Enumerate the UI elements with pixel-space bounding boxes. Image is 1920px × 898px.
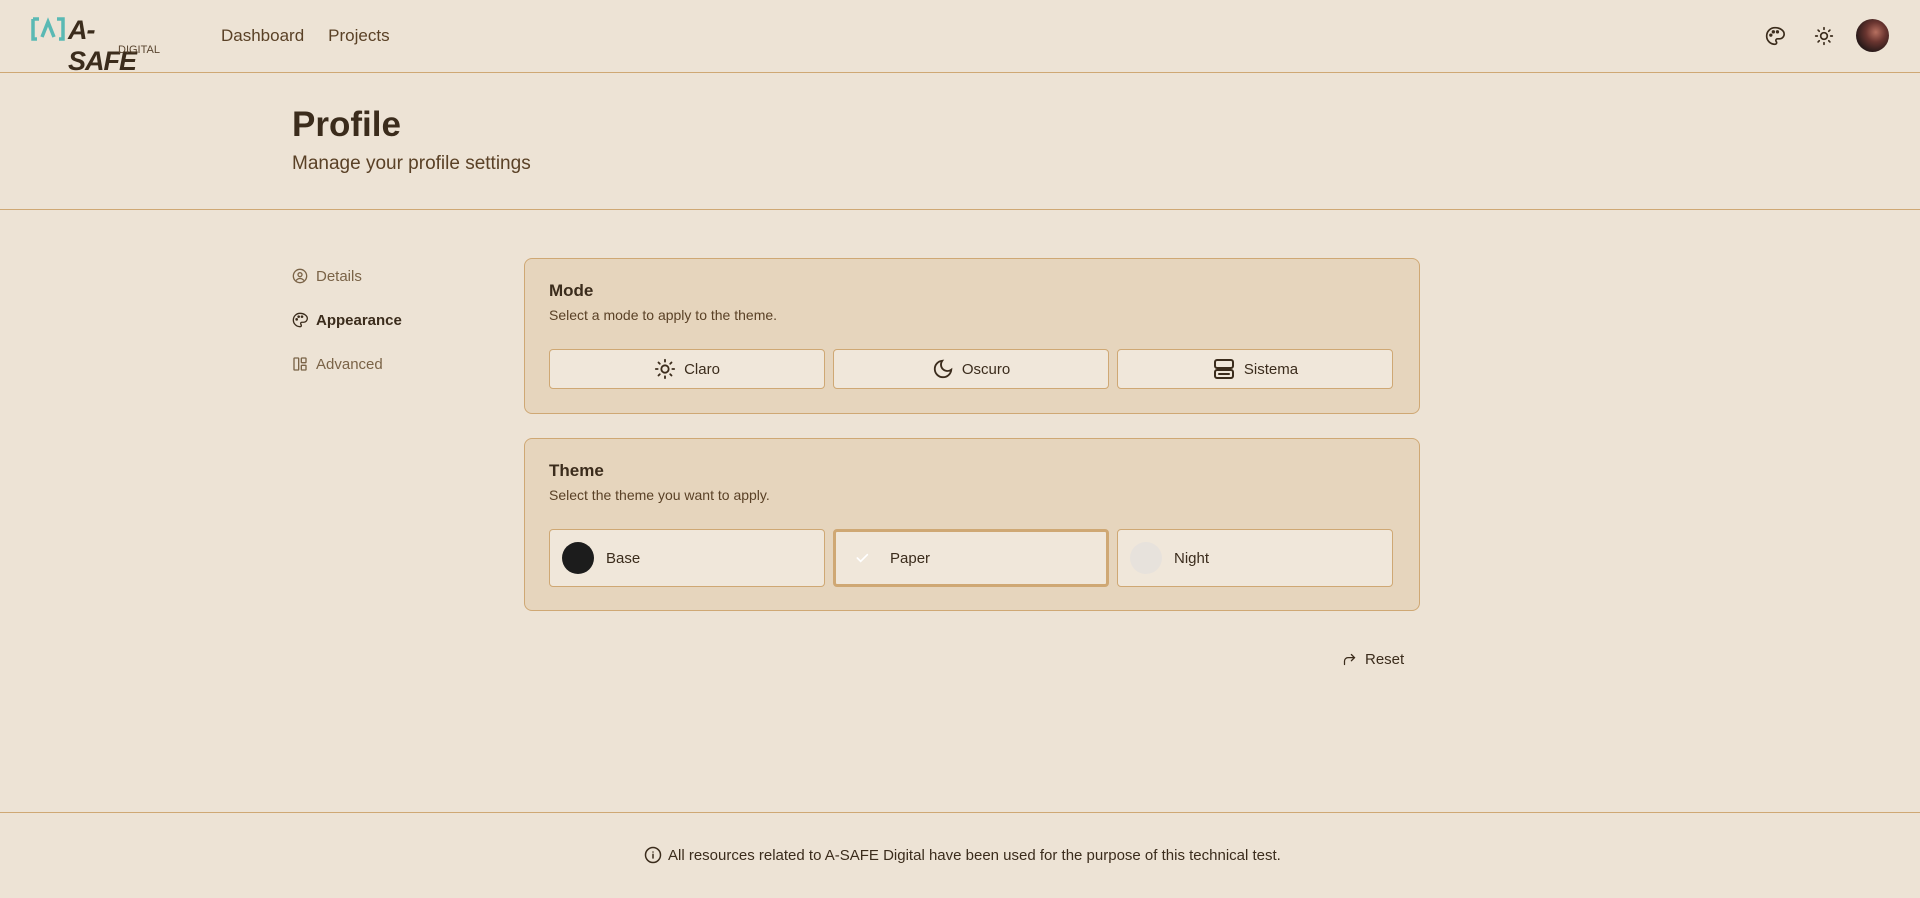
- moon-icon: [933, 359, 953, 379]
- layout-icon: [293, 357, 307, 371]
- mode-card: Mode Select a mode to apply to the theme…: [524, 258, 1420, 414]
- nav-projects[interactable]: Projects: [328, 26, 389, 46]
- theme-option-label: Base: [606, 549, 641, 567]
- top-navbar: A-SAFE DIGITAL Dashboard Projects: [0, 0, 1920, 76]
- user-avatar[interactable]: [1856, 19, 1889, 52]
- user-circle-icon: [292, 268, 308, 284]
- main-nav: Dashboard Projects: [221, 26, 390, 46]
- mode-toggle-button[interactable]: [1810, 22, 1838, 50]
- check-icon: [856, 553, 869, 563]
- footer-text: All resources related to A-SAFE Digital …: [668, 846, 1281, 864]
- sidebar-item-details[interactable]: Details: [292, 264, 402, 288]
- theme-option-base[interactable]: Base: [549, 529, 825, 587]
- sun-icon: [1814, 26, 1834, 46]
- theme-options: Base Paper Night: [549, 529, 1393, 587]
- footer: All resources related to A-SAFE Digital …: [0, 812, 1920, 898]
- mode-options: Claro Oscuro Sistema: [549, 349, 1393, 389]
- footer-note: All resources related to A-SAFE Digital …: [644, 846, 1281, 864]
- theme-swatch: [562, 542, 594, 574]
- theme-title: Theme: [549, 461, 604, 480]
- logo-mark-icon: [31, 17, 65, 41]
- theme-option-night[interactable]: Night: [1117, 529, 1393, 587]
- sidebar-item-appearance[interactable]: Appearance: [292, 308, 402, 332]
- server-icon: [1213, 359, 1234, 379]
- reset-button[interactable]: Reset: [1342, 651, 1404, 668]
- theme-description: Select the theme you want to apply.: [549, 487, 770, 503]
- sun-icon: [654, 358, 676, 380]
- palette-icon: [292, 312, 308, 328]
- sidebar-item-label: Advanced: [316, 355, 383, 373]
- mode-option-label: Sistema: [1243, 360, 1299, 378]
- sidebar-item-label: Details: [316, 267, 362, 285]
- mode-option-label: Oscuro: [961, 360, 1011, 378]
- theme-option-label: Paper: [890, 549, 931, 567]
- page-title: Profile: [292, 105, 401, 144]
- theme-swatch: [1130, 542, 1162, 574]
- mode-option-sistema[interactable]: Sistema: [1117, 349, 1393, 389]
- sidebar-item-advanced[interactable]: Advanced: [292, 352, 402, 376]
- mode-option-claro[interactable]: Claro: [549, 349, 825, 389]
- palette-icon: [1765, 26, 1785, 46]
- mode-option-label: Claro: [684, 360, 720, 378]
- redo-icon: [1343, 653, 1356, 666]
- theme-option-paper[interactable]: Paper: [833, 529, 1109, 587]
- reset-label: Reset: [1365, 651, 1405, 668]
- page-subtitle: Manage your profile settings: [292, 153, 531, 174]
- theme-swatch: [846, 542, 878, 574]
- brand-logo[interactable]: A-SAFE DIGITAL: [31, 15, 161, 76]
- theme-palette-button[interactable]: [1761, 22, 1789, 50]
- theme-card: Theme Select the theme you want to apply…: [524, 438, 1420, 611]
- info-icon: [644, 846, 662, 864]
- nav-dashboard[interactable]: Dashboard: [221, 26, 304, 46]
- theme-option-label: Night: [1174, 549, 1210, 567]
- brand-sub: DIGITAL: [118, 44, 160, 56]
- sidebar-item-label: Appearance: [316, 311, 402, 329]
- mode-option-oscuro[interactable]: Oscuro: [833, 349, 1109, 389]
- mode-description: Select a mode to apply to the theme.: [549, 307, 778, 323]
- page-header: Profile Manage your profile settings: [0, 73, 1920, 210]
- settings-sidebar: Details Appearance Advanced: [292, 264, 402, 396]
- mode-title: Mode: [549, 281, 594, 300]
